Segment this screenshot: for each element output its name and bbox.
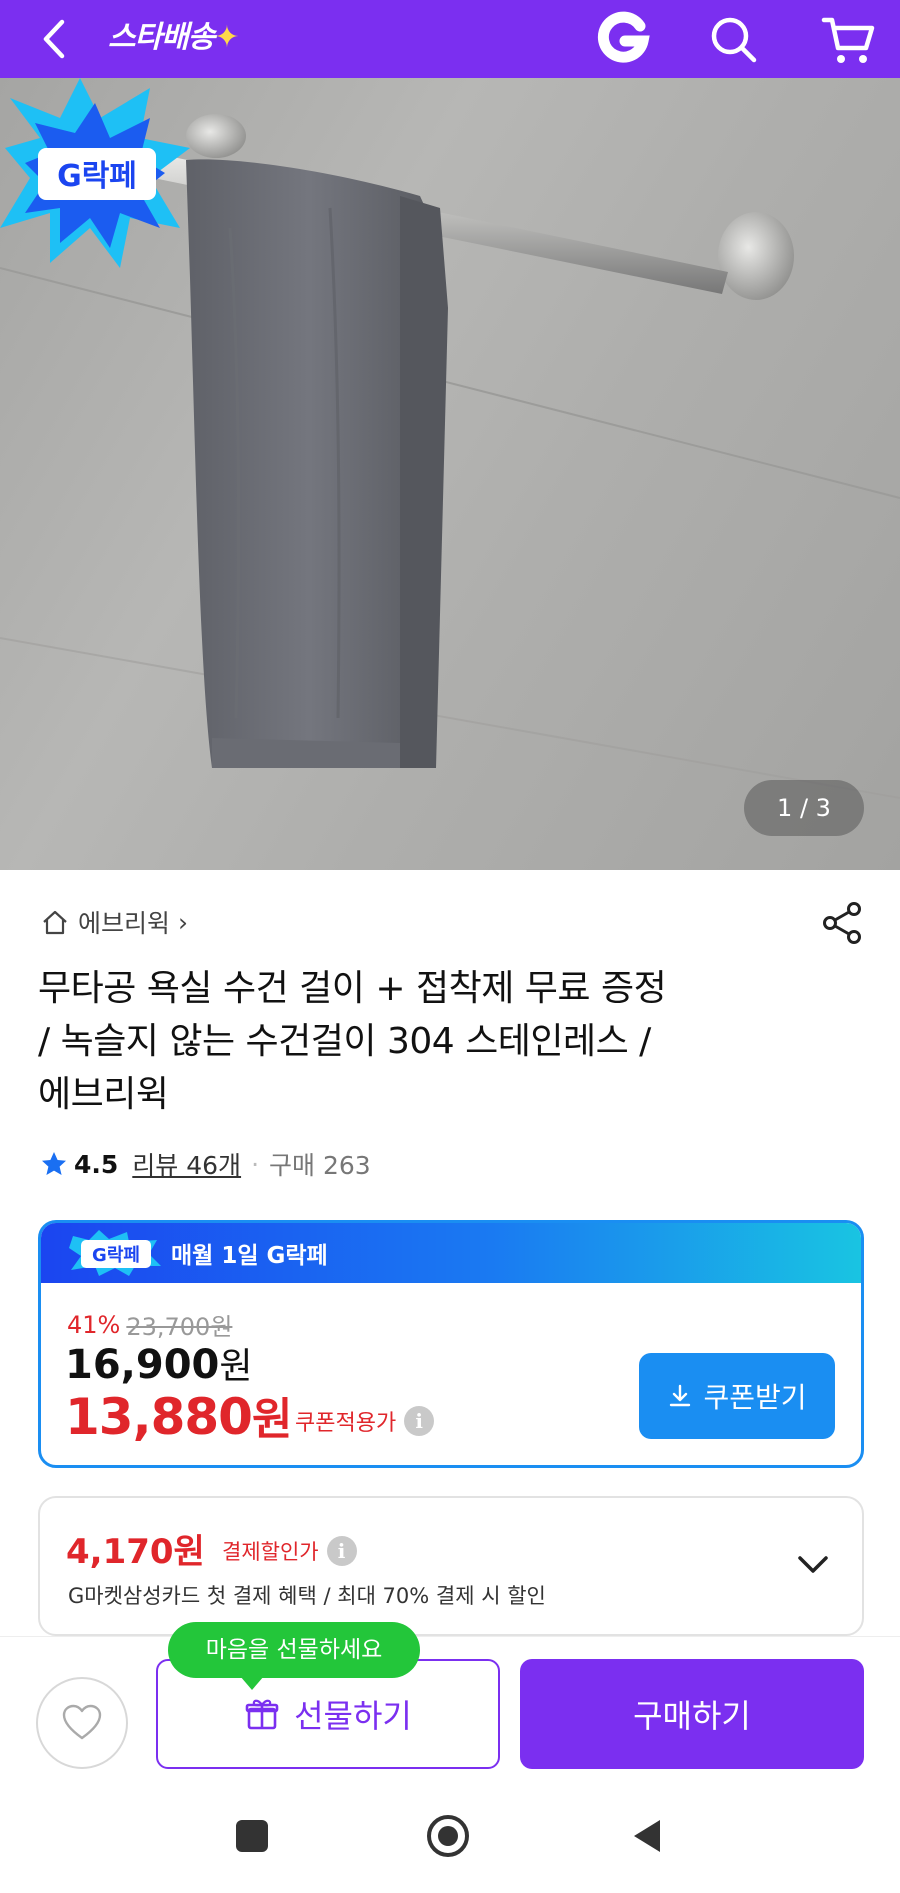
info-icon[interactable]: i [404, 1406, 435, 1436]
cart-icon [821, 17, 875, 63]
home-icon [43, 910, 67, 935]
title-line: 에브리윅 [38, 1074, 169, 1115]
title-line: / 녹슬지 않는 수건걸이 304 스테인레스 / [38, 1021, 651, 1062]
separator-dot: · [251, 1149, 260, 1179]
share-button[interactable] [818, 898, 868, 948]
download-icon [670, 1384, 691, 1407]
g-rock-festival-badge: G락페 [0, 78, 190, 268]
payment-discount-label: 결제할인가 i [222, 1536, 357, 1566]
svg-text:G락페: G락페 [57, 159, 137, 194]
heart-icon [62, 1704, 102, 1740]
chevron-down-icon[interactable] [790, 1542, 836, 1588]
payment-discount-card[interactable]: 4,170원 결제할인가 i G마켓삼성카드 첫 결제 혜택 / 최대 70% … [38, 1496, 864, 1636]
back-nav-icon[interactable] [628, 1816, 668, 1856]
sale-price: 16,900원 [65, 1342, 253, 1388]
star-delivery-logo[interactable]: 스타배송✦ [108, 12, 240, 64]
info-icon[interactable]: i [326, 1536, 357, 1566]
system-navigation-bar [0, 1786, 900, 1893]
search-icon [711, 17, 757, 63]
purchase-count: 구매 263 [269, 1151, 371, 1180]
coupon-header: G락페 매월 1일 G락페 [41, 1223, 861, 1283]
review-count-link[interactable]: 리뷰 46개 [132, 1146, 241, 1182]
buy-button[interactable]: 구매하기 [520, 1659, 864, 1769]
top-app-bar: 스타배송✦ [0, 0, 900, 78]
discount-percent: 41% [67, 1310, 121, 1339]
title-line: 무타공 욕실 수건 걸이 + 접착제 무료 증정 [38, 968, 667, 1009]
g-rock-festival-mini-badge: G락페 [69, 1230, 161, 1276]
gmarket-g-icon [597, 11, 650, 63]
breadcrumb-brand[interactable]: 에브리윅 [78, 904, 170, 940]
svg-text:G락페: G락페 [92, 1245, 140, 1266]
coupon-headline: 매월 1일 G락페 [171, 1243, 328, 1269]
coupon-applied-price: 13,880원 [65, 1388, 292, 1446]
get-coupon-button[interactable]: 쿠폰받기 [639, 1353, 835, 1439]
cart-button[interactable] [818, 10, 878, 70]
back-button[interactable] [32, 14, 82, 64]
share-icon [823, 902, 861, 944]
home-nav-icon[interactable] [424, 1812, 472, 1860]
chevron-right-icon: › [178, 907, 189, 937]
breadcrumb[interactable]: 에브리윅 › [40, 902, 188, 942]
coupon-price-card: G락페 매월 1일 G락페 41% 23,700원 16,900원 13,880… [38, 1220, 864, 1468]
back-icon [43, 19, 65, 59]
rating-row: 4.5 리뷰 46개 · 구매 263 [40, 1144, 371, 1184]
coupon-applied-label: 쿠폰적용가 i [295, 1405, 435, 1437]
star-icon [42, 1152, 66, 1175]
product-image-gallery[interactable]: G락페 1 / 3 [0, 78, 900, 870]
recent-apps-button[interactable] [236, 1820, 268, 1852]
gmarket-home-button[interactable] [592, 8, 654, 70]
payment-discount-price: 4,170원 [66, 1532, 205, 1572]
rating-value: 4.5 [74, 1149, 119, 1179]
bottom-action-bar: 선물하기 구매하기 [0, 1636, 900, 1786]
image-page-indicator: 1 / 3 [744, 780, 864, 836]
gift-icon [245, 1699, 279, 1730]
product-title: 무타공 욕실 수건 걸이 + 접착제 무료 증정 / 녹슬지 않는 수건걸이 3… [38, 962, 848, 1121]
payment-benefit-description: G마켓삼성카드 첫 결제 혜택 / 최대 70% 결제 시 할인 [68, 1584, 546, 1608]
gift-tooltip: 마음을 선물하세요 [168, 1622, 420, 1690]
wishlist-button[interactable] [36, 1677, 128, 1769]
search-button[interactable] [706, 12, 762, 68]
